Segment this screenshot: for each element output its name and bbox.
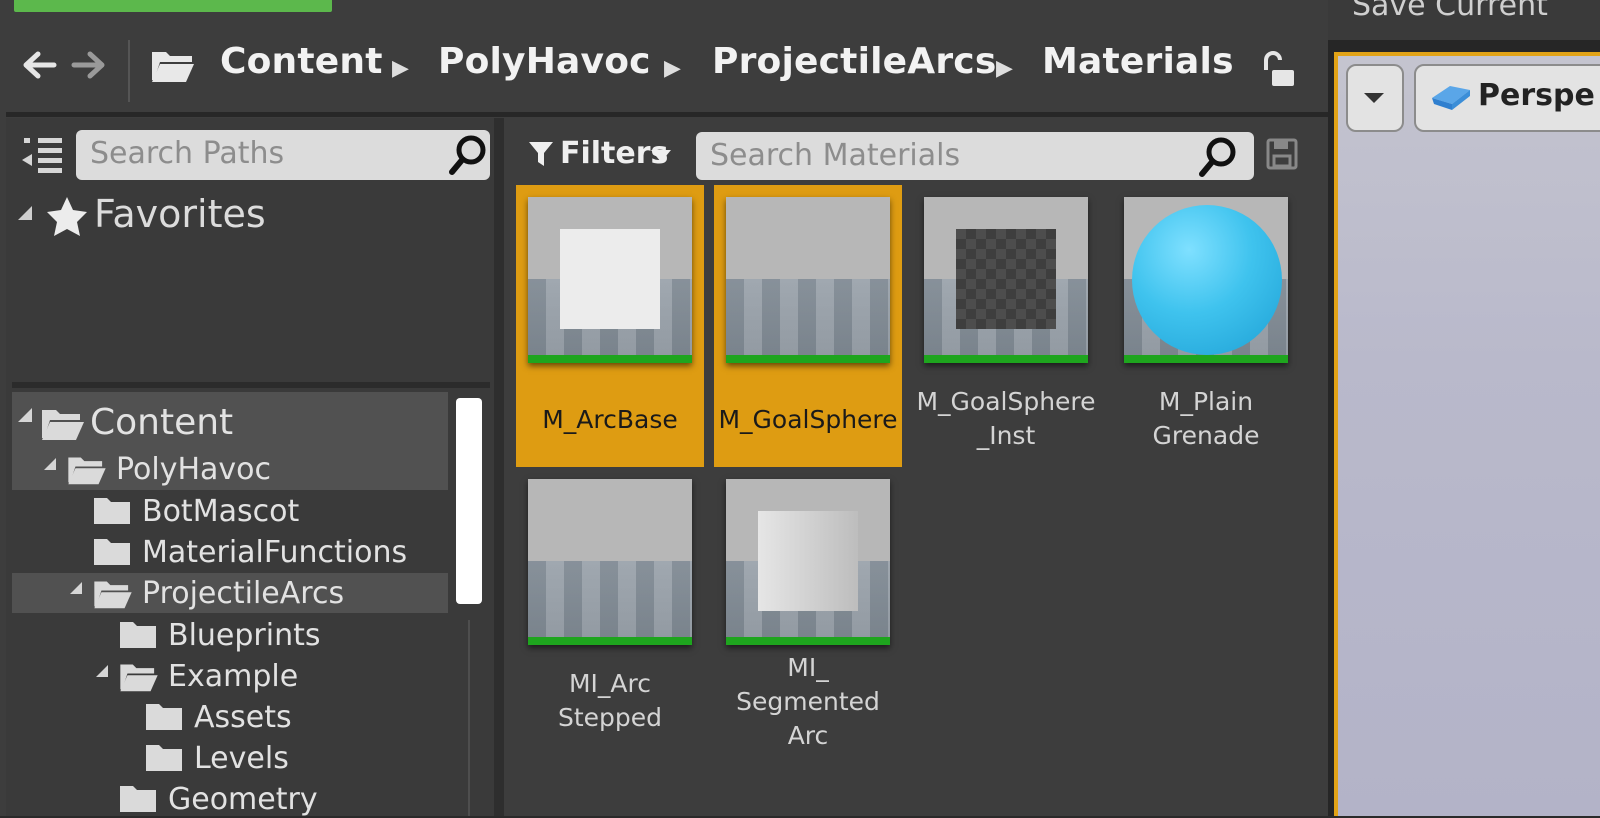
folder-icon: [92, 537, 132, 571]
expand-triangle-icon[interactable]: [68, 580, 84, 600]
tree-item-assets[interactable]: Assets: [194, 700, 292, 735]
save-current-button[interactable]: Save Current: [1352, 0, 1548, 23]
material-thumbnail: [1124, 197, 1288, 363]
tree-guide-line: [468, 620, 470, 816]
asset-tile[interactable]: M_GoalSphere: [714, 185, 902, 467]
folder-icon: [144, 702, 184, 736]
asset-type-bar: [1124, 355, 1288, 363]
asset-label: MI_ Segmented Arc: [736, 653, 880, 750]
asset-type-bar: [528, 637, 692, 645]
asset-label: M_GoalSphere: [718, 405, 898, 434]
asset-type-bar: [726, 637, 890, 645]
material-thumbnail: [924, 197, 1088, 363]
favorites-label[interactable]: Favorites: [94, 192, 266, 236]
filter-funnel-icon: [528, 140, 554, 172]
folder-icon: [92, 496, 132, 530]
expand-triangle-icon[interactable]: [94, 663, 110, 683]
panel-splitter[interactable]: [494, 118, 504, 816]
favorites-divider: [12, 382, 490, 388]
expand-triangle-icon[interactable]: [16, 406, 34, 428]
asset-type-bar: [726, 355, 890, 363]
folder-icon: [118, 784, 158, 818]
breadcrumb-item-projectilearcs[interactable]: ProjectileArcs: [712, 44, 996, 80]
tree-item-materialfunctions[interactable]: MaterialFunctions: [142, 535, 407, 570]
breadcrumb-chevron-icon[interactable]: ▶: [664, 56, 681, 81]
folder-icon: [144, 743, 184, 777]
folder-open-icon: [150, 48, 196, 88]
tree-item-botmascot[interactable]: BotMascot: [142, 494, 299, 529]
breadcrumb-item-content[interactable]: Content: [220, 44, 383, 80]
tree-scrollbar-thumb[interactable]: [456, 398, 482, 604]
folder-open-icon: [40, 406, 86, 446]
material-thumbnail: [528, 479, 692, 645]
tree-item-projectilearcs[interactable]: ProjectileArcs: [142, 576, 344, 611]
progress-strip: [14, 0, 332, 12]
save-search-icon[interactable]: [1266, 138, 1298, 174]
asset-label: M_ArcBase: [542, 405, 678, 434]
star-icon: [46, 196, 88, 240]
search-icon[interactable]: [1198, 136, 1238, 182]
asset-tile[interactable]: M_GoalSphere _Inst: [912, 185, 1100, 467]
sources-toggle-icon[interactable]: [20, 134, 64, 180]
asset-type-bar: [924, 355, 1088, 363]
breadcrumb-chevron-icon[interactable]: ▶: [392, 56, 409, 81]
asset-label: M_GoalSphere _Inst: [916, 387, 1096, 450]
collapse-triangle-icon[interactable]: [16, 204, 34, 226]
folder-icon: [118, 620, 158, 654]
asset-label: MI_Arc Stepped: [557, 669, 663, 732]
breadcrumb-chevron-icon[interactable]: ▶: [996, 56, 1013, 81]
tree-item-polyhavoc[interactable]: PolyHavoc: [116, 452, 271, 487]
folder-open-icon: [92, 578, 134, 614]
back-arrow-icon[interactable]: [20, 46, 58, 92]
tree-item-blueprints[interactable]: Blueprints: [168, 618, 321, 653]
material-thumbnail: [528, 197, 692, 363]
chevron-down-icon: [1364, 93, 1384, 103]
lock-icon[interactable]: [1258, 50, 1298, 94]
forward-arrow-icon[interactable]: [70, 46, 108, 92]
expand-triangle-icon[interactable]: [42, 456, 58, 476]
viewport-options-dropdown[interactable]: [1346, 64, 1404, 132]
asset-label: M_Plain Grenade: [1152, 387, 1260, 450]
nav-separator: [128, 40, 130, 102]
breadcrumb-item-materials[interactable]: Materials: [1042, 44, 1234, 80]
tree-item-geometry[interactable]: Geometry: [168, 782, 318, 817]
tree-item-levels[interactable]: Levels: [194, 741, 289, 776]
folder-open-icon: [118, 661, 160, 697]
asset-tile[interactable]: MI_ Segmented Arc: [714, 467, 902, 750]
tree-item-content[interactable]: Content: [90, 402, 233, 443]
search-materials-placeholder: Search Materials: [710, 138, 961, 173]
tree-item-example[interactable]: Example: [168, 659, 298, 694]
asset-tile[interactable]: MI_Arc Stepped: [516, 467, 704, 749]
level-viewport[interactable]: [1334, 52, 1600, 816]
asset-tile[interactable]: M_Plain Grenade: [1112, 185, 1300, 467]
navbar-divider: [6, 112, 1336, 117]
perspective-label: Perspe: [1478, 78, 1595, 113]
material-thumbnail: [726, 479, 890, 645]
asset-tile[interactable]: M_ArcBase: [516, 185, 704, 467]
material-thumbnail: [726, 197, 890, 363]
chevron-down-icon[interactable]: [650, 148, 672, 167]
folder-open-icon: [66, 454, 108, 490]
perspective-cube-icon: [1428, 82, 1472, 116]
search-paths-placeholder: Search Paths: [90, 136, 285, 171]
breadcrumb-item-polyhavoc[interactable]: PolyHavoc: [438, 44, 651, 80]
search-icon[interactable]: [448, 134, 488, 180]
asset-type-bar: [528, 355, 692, 363]
